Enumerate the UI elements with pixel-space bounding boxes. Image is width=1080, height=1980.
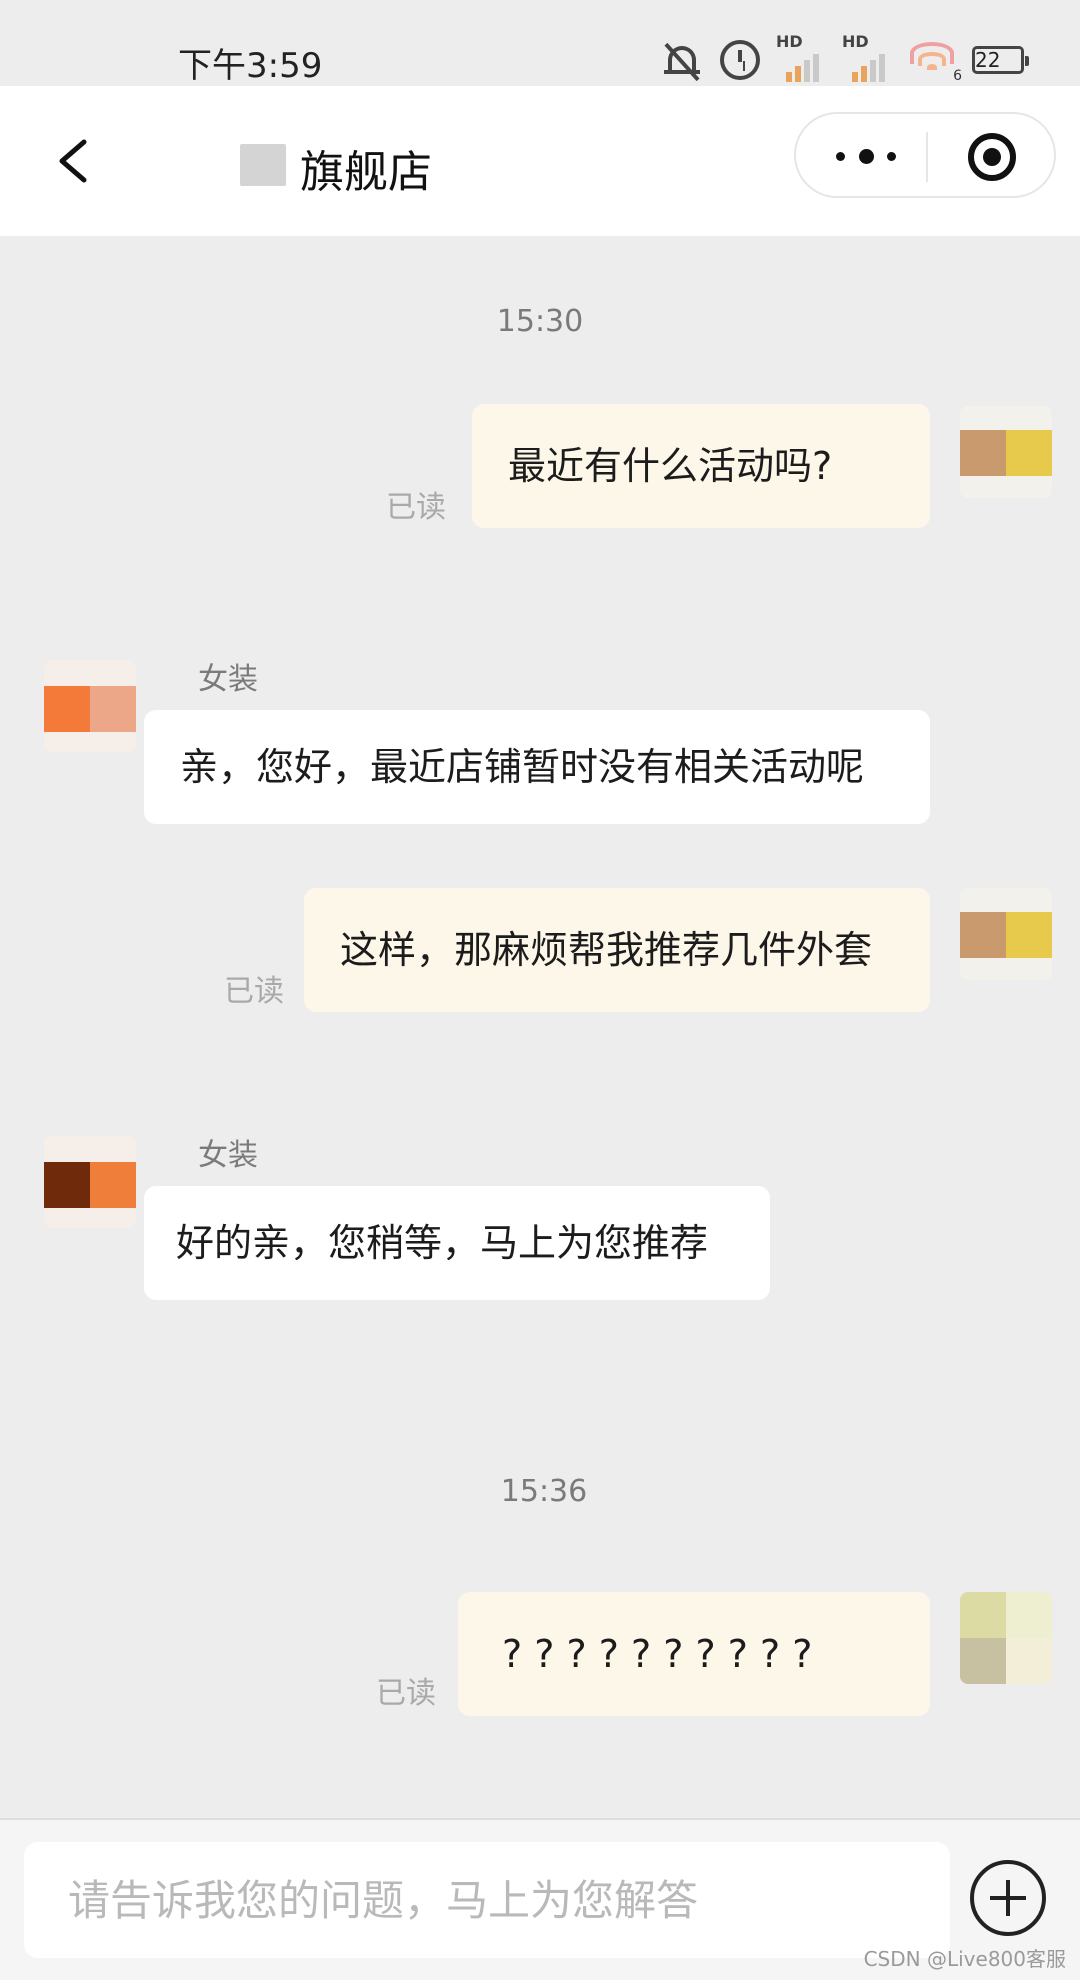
- wifi-icon: 6: [908, 40, 962, 84]
- hd-signal-icon: HD: [776, 32, 826, 82]
- mute-bell-icon: [660, 40, 704, 82]
- agent-avatar[interactable]: [44, 1136, 136, 1228]
- sender-name: 女装: [198, 1138, 258, 1173]
- message-text: 这样，那麻烦帮我推荐几件外套: [340, 928, 873, 972]
- store-logo-blurred: [240, 144, 286, 186]
- my-message-bubble[interactable]: ? ? ? ? ? ? ? ? ? ?: [458, 1592, 930, 1716]
- read-label: 已读: [386, 490, 446, 525]
- back-icon[interactable]: [54, 138, 94, 184]
- my-avatar[interactable]: [960, 406, 1052, 498]
- timestamp: 15:36: [500, 1474, 588, 1509]
- capsule-divider: [926, 132, 928, 182]
- read-label: 已读: [224, 974, 284, 1009]
- message-input[interactable]: [24, 1842, 950, 1958]
- agent-message-bubble[interactable]: 亲，您好，最近店铺暂时没有相关活动呢: [144, 710, 930, 824]
- plus-button[interactable]: [970, 1860, 1046, 1936]
- nav-bar: 旗舰店: [0, 86, 1080, 236]
- agent-message-bubble[interactable]: 好的亲，您稍等，马上为您推荐: [144, 1186, 770, 1300]
- alarm-icon: [720, 40, 760, 80]
- status-bar: 下午3:59 HD HD 6 22: [0, 0, 1080, 86]
- close-mini-program-icon[interactable]: [968, 133, 1016, 181]
- status-icons: HD HD 6 22: [660, 32, 1029, 84]
- mini-program-capsule: [794, 112, 1056, 198]
- sender-name: 女装: [198, 662, 258, 697]
- my-message-bubble[interactable]: 这样，那麻烦帮我推荐几件外套: [304, 888, 930, 1012]
- chat-area[interactable]: 15:30 已读 最近有什么活动吗? 女装 亲，您好，最近店铺暂时没有相关活动呢…: [0, 236, 1080, 1816]
- message-text: 好的亲，您稍等，马上为您推荐: [176, 1221, 709, 1265]
- my-message-bubble[interactable]: 最近有什么活动吗?: [472, 404, 930, 528]
- more-icon[interactable]: [836, 144, 896, 168]
- timestamp: 15:30: [496, 304, 584, 339]
- message-text: ? ? ? ? ? ? ? ? ? ?: [502, 1632, 813, 1676]
- status-time: 下午3:59: [178, 46, 323, 86]
- message-text: 最近有什么活动吗?: [508, 444, 833, 488]
- input-bar: CSDN @Live800客服: [0, 1818, 1080, 1980]
- read-label: 已读: [376, 1676, 436, 1711]
- battery-icon: 22: [972, 46, 1029, 74]
- hd-signal-icon: HD: [842, 32, 892, 82]
- watermark: CSDN @Live800客服: [863, 1947, 1066, 1971]
- my-avatar[interactable]: [960, 888, 1052, 980]
- my-avatar[interactable]: [960, 1592, 1052, 1684]
- agent-avatar[interactable]: [44, 660, 136, 752]
- message-text: 亲，您好，最近店铺暂时没有相关活动呢: [180, 745, 865, 789]
- page-title: 旗舰店: [300, 147, 432, 198]
